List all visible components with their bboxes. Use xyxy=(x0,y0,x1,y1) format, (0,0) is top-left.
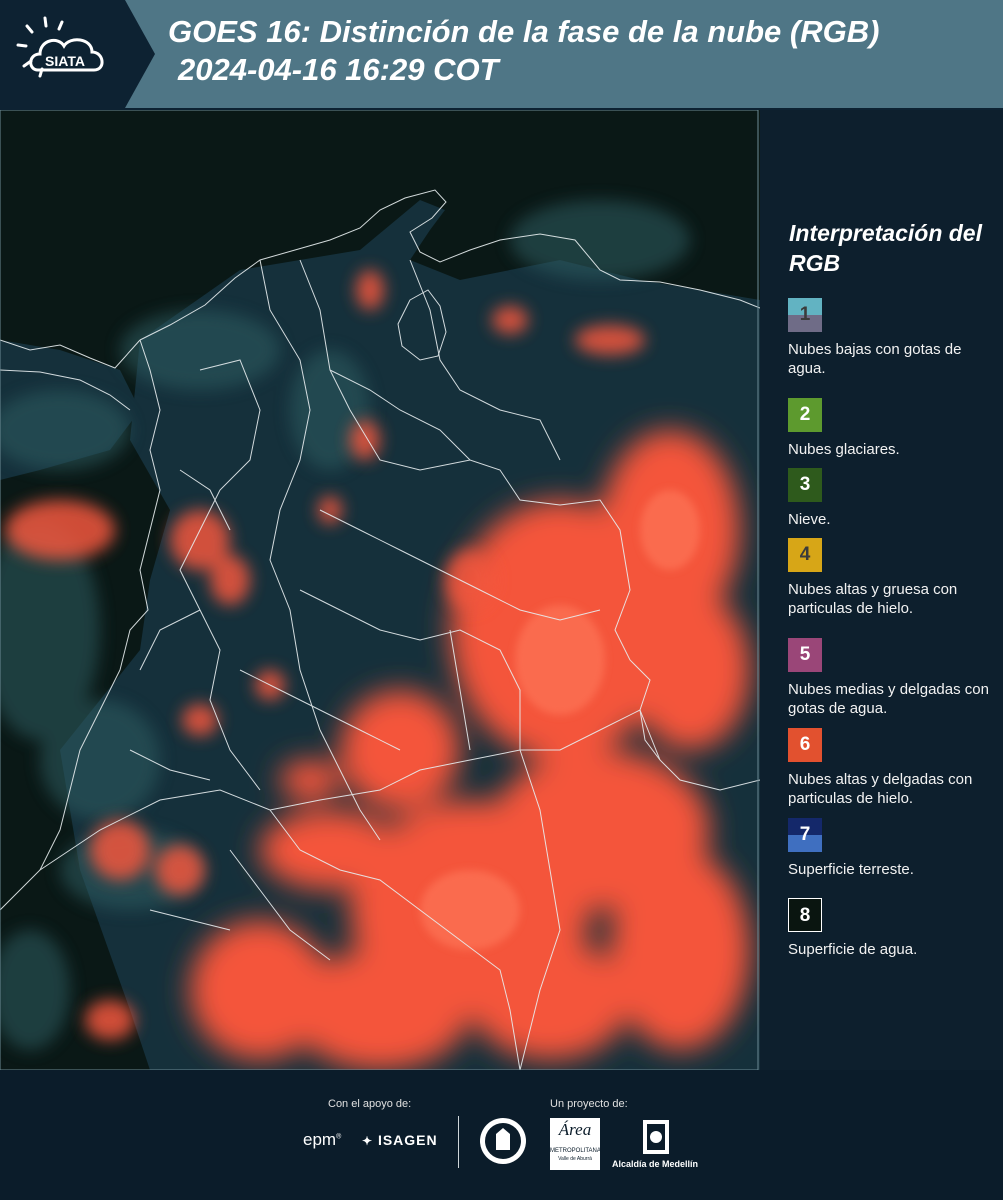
legend-item: 7 Superficie terreste. xyxy=(788,818,998,879)
page-timestamp: 2024-04-16 16:29 COT xyxy=(178,52,499,87)
legend-number: 1 xyxy=(799,304,811,325)
legend-item: 3 Nieve. xyxy=(788,468,998,529)
legend-number: 2 xyxy=(799,404,811,425)
satellite-map xyxy=(0,110,760,1070)
siata-logo: SIATA xyxy=(0,0,155,108)
amva-logo-subtext2: Valle de Aburrá xyxy=(558,1156,592,1162)
legend-panel: Interpretación del RGB 1 Nubes bajas con … xyxy=(760,110,1003,1070)
page-title: GOES 16: Distinción de la fase de la nub… xyxy=(168,14,880,49)
legend-label: Superficie de agua. xyxy=(788,941,918,958)
project-label: Un proyecto de: xyxy=(550,1098,628,1110)
legend-item: 5 Nubes medias y delgadas con gotas de ag… xyxy=(788,638,998,718)
legend-number: 5 xyxy=(799,644,811,665)
epm-logo: epm® xyxy=(303,1130,342,1149)
legend-item: 1 Nubes bajas con gotas de agua. xyxy=(788,298,998,378)
legend-swatch: 8 xyxy=(788,898,822,932)
satellite-image xyxy=(0,110,760,1070)
isagen-logo: ✦ ISAGEN xyxy=(362,1132,438,1148)
medellin-logo-text: Alcaldía de Medellín xyxy=(612,1159,699,1169)
legend-item: 8 Superficie de agua. xyxy=(788,898,998,959)
footer: Con el apoyo de: Un proyecto de: epm® ✦ … xyxy=(0,1070,1003,1200)
legend-number: 8 xyxy=(799,905,811,926)
legend-swatch: 3 xyxy=(788,468,822,502)
amva-logo-subtext: METROPOLITANA xyxy=(550,1148,601,1154)
isagen-icon: ✦ xyxy=(362,1134,374,1148)
legend-label: Nieve. xyxy=(788,511,831,528)
amva-logo: Área METROPOLITANA Valle de Aburrá xyxy=(550,1118,601,1170)
legend-label: Nubes bajas con gotas de agua. xyxy=(788,341,962,377)
amva-logo-text: Área xyxy=(558,1120,592,1139)
legend-item: 4 Nubes altas y gruesa con particulas de … xyxy=(788,538,998,618)
legend-number: 3 xyxy=(799,474,811,495)
legend-swatch: 2 xyxy=(788,398,822,432)
legend-label: Superficie terreste. xyxy=(788,861,914,878)
legend-swatch: 5 xyxy=(788,638,822,672)
legend-swatch: 6 xyxy=(788,728,822,762)
legend-item: 6 Nubes altas y delgadas con particulas d… xyxy=(788,728,998,808)
header: SIATA GOES 16: Distinción de la fase de … xyxy=(0,0,1003,110)
legend-number: 7 xyxy=(799,824,811,845)
legend-item: 2 Nubes glaciares. xyxy=(788,398,998,459)
legend-label: Nubes glaciares. xyxy=(788,441,900,458)
isagen-logo-text: ISAGEN xyxy=(377,1132,438,1148)
legend-label: Nubes altas y delgadas con particulas de… xyxy=(788,771,973,807)
epm-logo-text: epm xyxy=(303,1130,337,1149)
legend-label: Nubes medias y delgadas con gotas de agu… xyxy=(788,681,989,717)
legend-label: Nubes altas y gruesa con particulas de h… xyxy=(788,581,958,617)
footer-divider xyxy=(458,1116,459,1168)
legend-title: Interpretación del RGB xyxy=(789,220,982,276)
siata-logo-text: SIATA xyxy=(45,53,85,69)
legend-number: 6 xyxy=(799,734,811,755)
legend-swatch: 7 xyxy=(788,818,822,852)
legend-number: 4 xyxy=(799,544,811,565)
seal-icon xyxy=(478,1116,528,1166)
legend-swatch: 1 xyxy=(788,298,822,332)
legend-swatch: 4 xyxy=(788,538,822,572)
support-label: Con el apoyo de: xyxy=(328,1098,412,1110)
